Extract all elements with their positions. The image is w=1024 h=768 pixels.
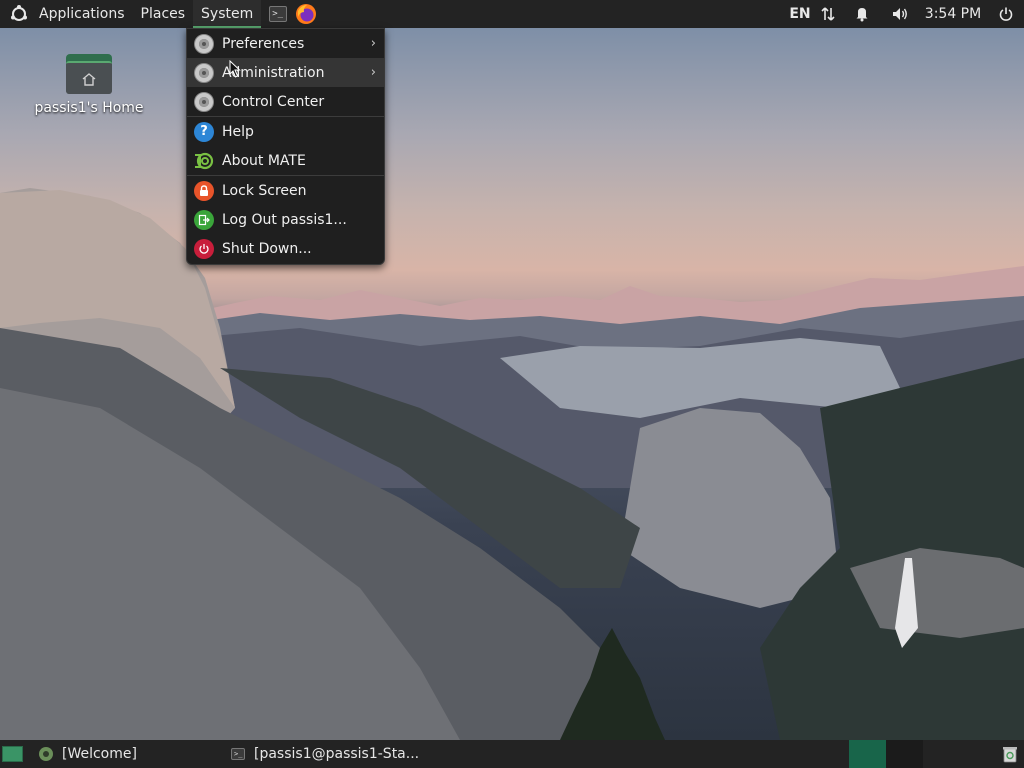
clock[interactable]: 3:54 PM [918,0,988,28]
submenu-arrow-icon: › [370,36,376,51]
mountain-landscape [0,188,1024,740]
menu-item-label: Lock Screen [222,182,307,199]
desktop-background [0,28,1024,740]
workspace-1-button[interactable] [849,740,886,768]
home-icon [82,72,96,86]
system-tray: EN 3:54 PM [786,0,1024,28]
terminal-icon: >_ [230,746,246,762]
menu-item-label: About MATE [222,152,306,169]
mate-icon [193,150,215,172]
terminal-launcher-icon[interactable]: >_ [267,3,289,25]
gear-icon [193,33,215,55]
keyboard-layout-indicator[interactable]: EN [786,0,814,28]
mouse-cursor-icon [229,60,241,78]
lock-icon [193,180,215,202]
power-icon[interactable] [988,0,1024,28]
trash-icon[interactable] [1002,745,1018,763]
taskbar-item-welcome[interactable]: [Welcome] [38,740,228,768]
menu-item-label: Control Center [222,93,325,110]
top-panel: Applications Places System >_ EN 3:54 PM [0,0,1024,28]
places-menu[interactable]: Places [133,0,194,28]
system-menu[interactable]: System [193,0,262,28]
menu-item-about-mate[interactable]: About MATE [187,146,384,175]
menu-item-label: Shut Down... [222,240,312,257]
menu-item-control-center[interactable]: Control Center [187,87,384,116]
home-folder-desktop-icon[interactable]: passis1's Home [30,54,148,116]
menu-item-label: Log Out passis1... [222,211,347,228]
system-dropdown-menu: Preferences › Administration › Control C… [186,28,385,265]
menu-item-preferences[interactable]: Preferences › [187,29,384,58]
menu-item-shut-down[interactable]: Shut Down... [187,234,384,263]
welcome-app-icon [38,746,54,762]
taskbar-item-label: [passis1@passis1-Sta... [254,746,420,762]
help-icon: ? [193,121,215,143]
submenu-arrow-icon: › [370,65,376,80]
power-icon [193,238,215,260]
menu-item-label: Help [222,123,254,140]
show-desktop-button[interactable] [2,746,23,762]
bottom-panel: [Welcome] >_ [passis1@passis1-Sta... [0,740,1024,768]
notifications-bell-icon[interactable] [842,0,882,28]
folder-icon [66,54,112,94]
menu-item-log-out[interactable]: Log Out passis1... [187,205,384,234]
menu-item-administration[interactable]: Administration › [187,58,384,87]
gear-icon [193,91,215,113]
volume-icon[interactable] [882,0,918,28]
menu-item-lock-screen[interactable]: Lock Screen [187,176,384,205]
menu-item-help[interactable]: ? Help [187,117,384,146]
applications-menu[interactable]: Applications [31,0,133,28]
workspace-2-button[interactable] [886,740,923,768]
gear-icon [193,62,215,84]
taskbar-item-label: [Welcome] [62,746,137,762]
taskbar-item-terminal[interactable]: >_ [passis1@passis1-Sta... [230,740,430,768]
ubuntu-mate-logo-icon[interactable] [9,4,29,24]
menu-item-label: Preferences [222,35,305,52]
network-icon[interactable] [814,0,842,28]
home-folder-label: passis1's Home [34,100,144,116]
firefox-launcher-icon[interactable] [295,3,317,25]
logout-icon [193,209,215,231]
